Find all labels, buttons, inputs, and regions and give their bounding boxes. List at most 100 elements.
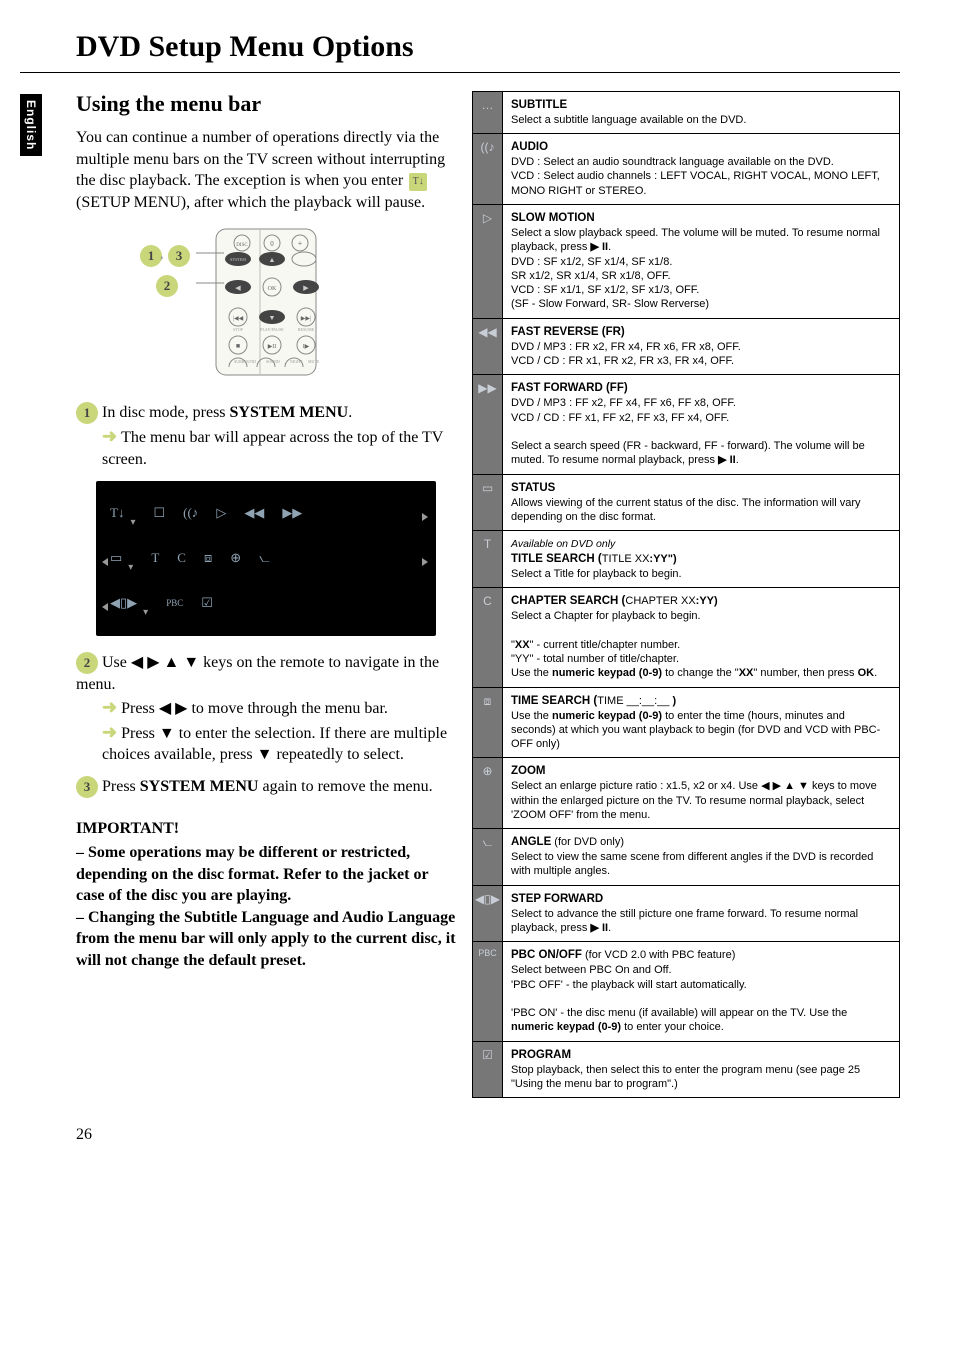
option-body: FAST REVERSE (FR)DVD / MP3 : FR x2, FR x… <box>503 318 900 375</box>
option-body: SLOW MOTIONSelect a slow playback speed.… <box>503 205 900 319</box>
remote-svg: DISC 0 + SYSTEM ▲ ◀ OK ▶ | <box>196 227 336 377</box>
mb-program-icon: ☑ <box>201 595 213 611</box>
svg-text:MUTE: MUTE <box>308 359 320 364</box>
svg-text:▶II: ▶II <box>268 344 277 350</box>
option-icon: ▶▶ <box>473 375 503 474</box>
option-body: FAST FORWARD (FF)DVD / MP3 : FF x2, FF x… <box>503 375 900 474</box>
svg-text:▶: ▶ <box>303 284 309 292</box>
option-icon: … <box>473 92 503 134</box>
mb-pbc-icon: PBC <box>166 598 183 608</box>
mb-rew-icon: ◀◀ <box>244 505 264 521</box>
title-rule <box>20 72 900 73</box>
option-body: CHAPTER SEARCH (CHAPTER XX:YY)Select a C… <box>503 588 900 687</box>
step-3: 3 Press SYSTEM MENU again to remove the … <box>76 776 456 798</box>
option-icon: ◀▯▶ <box>473 885 503 942</box>
option-icon: ☑ <box>473 1041 503 1098</box>
language-tab: English <box>20 94 42 156</box>
svg-text:◀: ◀ <box>235 284 241 292</box>
step-1-badge: 1 <box>76 402 98 424</box>
step-3-a: Press <box>102 778 140 795</box>
option-body: ZOOMSelect an enlarge picture ratio : x1… <box>503 758 900 829</box>
step-2-text: Use ◀ ▶ ▲ ▼ keys on the remote to naviga… <box>76 654 439 693</box>
callout-badge-3: 3 <box>168 245 190 267</box>
option-icon: ((♪ <box>473 134 503 205</box>
mb-angle-icon: ⦦ <box>259 550 270 566</box>
intro-text: You can continue a number of operations … <box>76 127 456 213</box>
arrow-icon: ➜ <box>102 697 117 717</box>
important-body: – Some operations may be different or re… <box>76 842 456 972</box>
option-icon: ⦦ <box>473 829 503 886</box>
mb-slow-icon: ▷ <box>216 505 226 521</box>
callout-comma: , <box>160 247 164 263</box>
option-body: TIME SEARCH (TIME __:__:__ )Use the nume… <box>503 687 900 758</box>
option-icon: ▷ <box>473 205 503 319</box>
mb-subtitle-icon: ☐ <box>153 505 165 521</box>
svg-text:RESUME: RESUME <box>298 327 315 332</box>
svg-text:0: 0 <box>270 240 274 248</box>
svg-text:SYSTEM: SYSTEM <box>230 257 246 262</box>
step-2-sub1: Press ◀ ▶ to move through the menu bar. <box>121 700 388 717</box>
option-body: AUDIODVD : Select an audio soundtrack la… <box>503 134 900 205</box>
svg-text:+: + <box>298 239 303 248</box>
mb-status-icon: ▭ <box>110 550 122 566</box>
step-2: 2 Use ◀ ▶ ▲ ▼ keys on the remote to navi… <box>76 652 456 766</box>
step-3-bold: SYSTEM MENU <box>140 778 259 795</box>
option-icon: T <box>473 531 503 588</box>
svg-text:PLAY/PAUSE: PLAY/PAUSE <box>260 327 284 332</box>
options-table: …SUBTITLESelect a subtitle language avai… <box>472 91 900 1098</box>
option-body: ANGLE (for DVD only)Select to view the s… <box>503 829 900 886</box>
option-icon: PBC <box>473 942 503 1041</box>
section-heading: Using the menu bar <box>76 91 456 117</box>
setup-menu-icon: T↓ <box>409 173 427 191</box>
intro-part2: (SETUP MENU), after which the playback w… <box>76 194 425 211</box>
step-1: 1 In disc mode, press SYSTEM MENU. ➜The … <box>76 402 456 470</box>
option-icon: ▭ <box>473 474 503 531</box>
option-body: PROGRAMStop playback, then select this t… <box>503 1041 900 1098</box>
step-2-badge: 2 <box>76 652 98 674</box>
mb-time-icon: ⧈ <box>204 550 212 566</box>
arrow-icon: ➜ <box>102 722 117 742</box>
arrow-icon: ➜ <box>102 426 117 446</box>
option-icon: C <box>473 588 503 687</box>
mb-chapter-icon: C <box>177 550 186 566</box>
svg-text:STOP: STOP <box>233 327 243 332</box>
callout-badge-1: 1 <box>140 245 162 267</box>
step-1-text-b: . <box>348 404 352 421</box>
intro-part1: You can continue a number of operations … <box>76 129 445 189</box>
option-body: STATUSAllows viewing of the current stat… <box>503 474 900 531</box>
option-icon: ◀◀ <box>473 318 503 375</box>
mb-setup-icon: T↓ <box>110 505 124 521</box>
step-1-sub: The menu bar will appear across the top … <box>102 429 443 468</box>
page-number: 26 <box>76 1126 900 1144</box>
mb-zoom-icon: ⊕⁠ <box>230 550 241 566</box>
callout-badge-2: 2 <box>156 275 178 297</box>
svg-text:I▶: I▶ <box>303 344 310 350</box>
step-1-bold: SYSTEM MENU <box>230 404 349 421</box>
svg-text:▼: ▼ <box>269 314 276 322</box>
svg-text:▲: ▲ <box>269 256 276 264</box>
option-icon: ⊕ <box>473 758 503 829</box>
option-icon: ⧈ <box>473 687 503 758</box>
important-heading: IMPORTANT! <box>76 820 456 838</box>
svg-text:OK: OK <box>268 286 277 292</box>
svg-text:|◀◀: |◀◀ <box>233 316 244 322</box>
svg-text:▶▶|: ▶▶| <box>301 316 311 322</box>
mb-step-icon: ◀▯▶ <box>110 595 137 611</box>
svg-text:DISC: DISC <box>236 243 248 248</box>
option-body: PBC ON/OFF (for VCD 2.0 with PBC feature… <box>503 942 900 1041</box>
step-3-b: again to remove the menu. <box>258 778 432 795</box>
step-2-sub2: Press ▼ to enter the selection. If there… <box>102 725 447 764</box>
mb-ff-icon: ▶▶ <box>282 505 302 521</box>
option-body: STEP FORWARDSelect to advance the still … <box>503 885 900 942</box>
menu-bar-illustration: T↓▾ ☐ ((♪ ▷ ◀◀ ▶▶ ▭▾ T C ⧈ ⊕⁠ ⦦ <box>96 481 436 636</box>
remote-illustration: 1 , 3 2 DISC 0 + SYSTEM ▲ <box>76 227 456 382</box>
mb-audio-icon: ((♪ <box>183 505 198 521</box>
option-body: SUBTITLESelect a subtitle language avail… <box>503 92 900 134</box>
option-body: Available on DVD onlyTITLE SEARCH (TITLE… <box>503 531 900 588</box>
mb-title-icon: T <box>151 550 159 566</box>
page-title: DVD Setup Menu Options <box>76 30 900 64</box>
step-3-badge: 3 <box>76 776 98 798</box>
step-1-text-a: In disc mode, press <box>102 404 230 421</box>
important-block: IMPORTANT! – Some operations may be diff… <box>76 820 456 972</box>
svg-text:■: ■ <box>236 342 240 350</box>
